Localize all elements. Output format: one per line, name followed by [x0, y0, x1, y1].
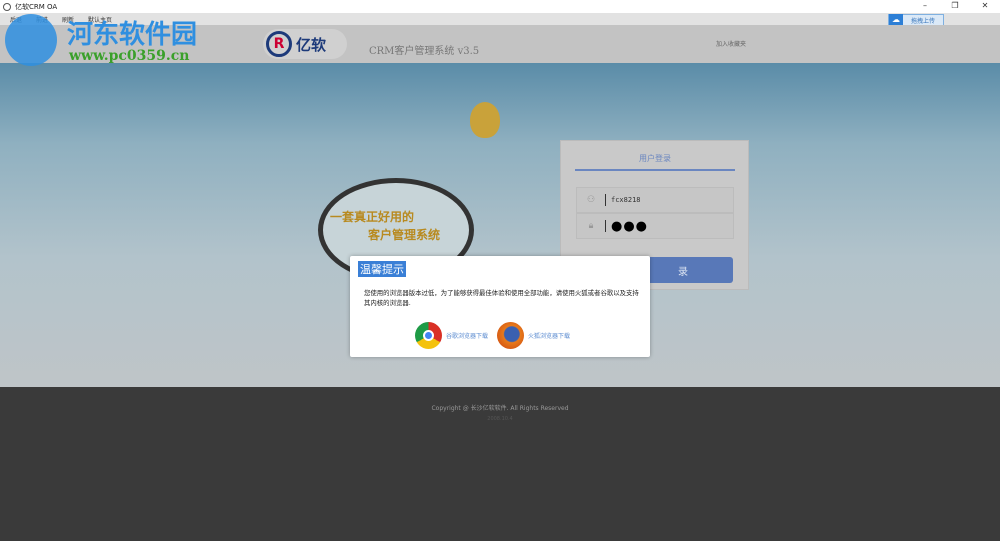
hot-air-balloon-image: [470, 102, 500, 138]
chrome-download-link[interactable]: 谷歌浏览器下载: [415, 322, 488, 349]
close-button[interactable]: ✕: [970, 0, 1000, 12]
window-title: 亿软CRM OA: [15, 2, 58, 11]
version-text: 2008.10.4: [487, 416, 513, 422]
slogan-line1: 一套真正好用的: [330, 210, 415, 224]
firefox-icon: [497, 322, 524, 349]
footer: Copyright @ 长沙亿软软件. All Rights Reserved …: [0, 387, 1000, 541]
title-bar: 亿软CRM OA – ❐ ✕: [0, 0, 1000, 13]
dialog-message: 您使用的浏览器版本过低，为了能够获得最佳体验和使用全部功能，请使用火狐或者谷歌以…: [364, 289, 639, 307]
chrome-icon: [415, 322, 442, 349]
watermark-url: www.pc0359.cn: [69, 48, 190, 64]
system-name: CRM客户管理系统 v3.5: [369, 46, 480, 57]
password-field[interactable]: 🔒︎ ●●●: [576, 213, 734, 239]
minimize-button[interactable]: –: [910, 0, 940, 12]
add-favorite-link[interactable]: 加入收藏夹: [716, 39, 746, 48]
company-logo: R 亿软: [263, 29, 347, 59]
user-icon: ⚇: [586, 195, 596, 205]
password-value: ●●●: [611, 218, 649, 234]
dialog-title: 温馨提示: [358, 261, 406, 277]
firefox-download-link[interactable]: 火狐浏览器下载: [497, 322, 570, 349]
slogan-line2: 客户管理系统: [368, 228, 441, 242]
lock-icon: 🔒︎: [588, 221, 594, 231]
username-field[interactable]: ⚇ fcx8218: [576, 187, 734, 213]
copyright: Copyright @ 长沙亿软软件. All Rights Reserved: [431, 405, 569, 412]
watermark-name: 河东软件园: [67, 20, 198, 50]
upload-label: 拖拽上传: [910, 17, 935, 25]
username-value: fcx8218: [611, 196, 641, 204]
restore-button[interactable]: ❐: [940, 0, 970, 12]
watermark-logo-icon: [5, 14, 57, 66]
watermark: 河东软件园 www.pc0359.cn: [5, 14, 205, 66]
app-icon: [3, 2, 11, 11]
login-title: 用户登录: [575, 153, 735, 171]
browser-warning-dialog: 温馨提示 您使用的浏览器版本过低，为了能够获得最佳体验和使用全部功能，请使用火狐…: [350, 256, 650, 357]
